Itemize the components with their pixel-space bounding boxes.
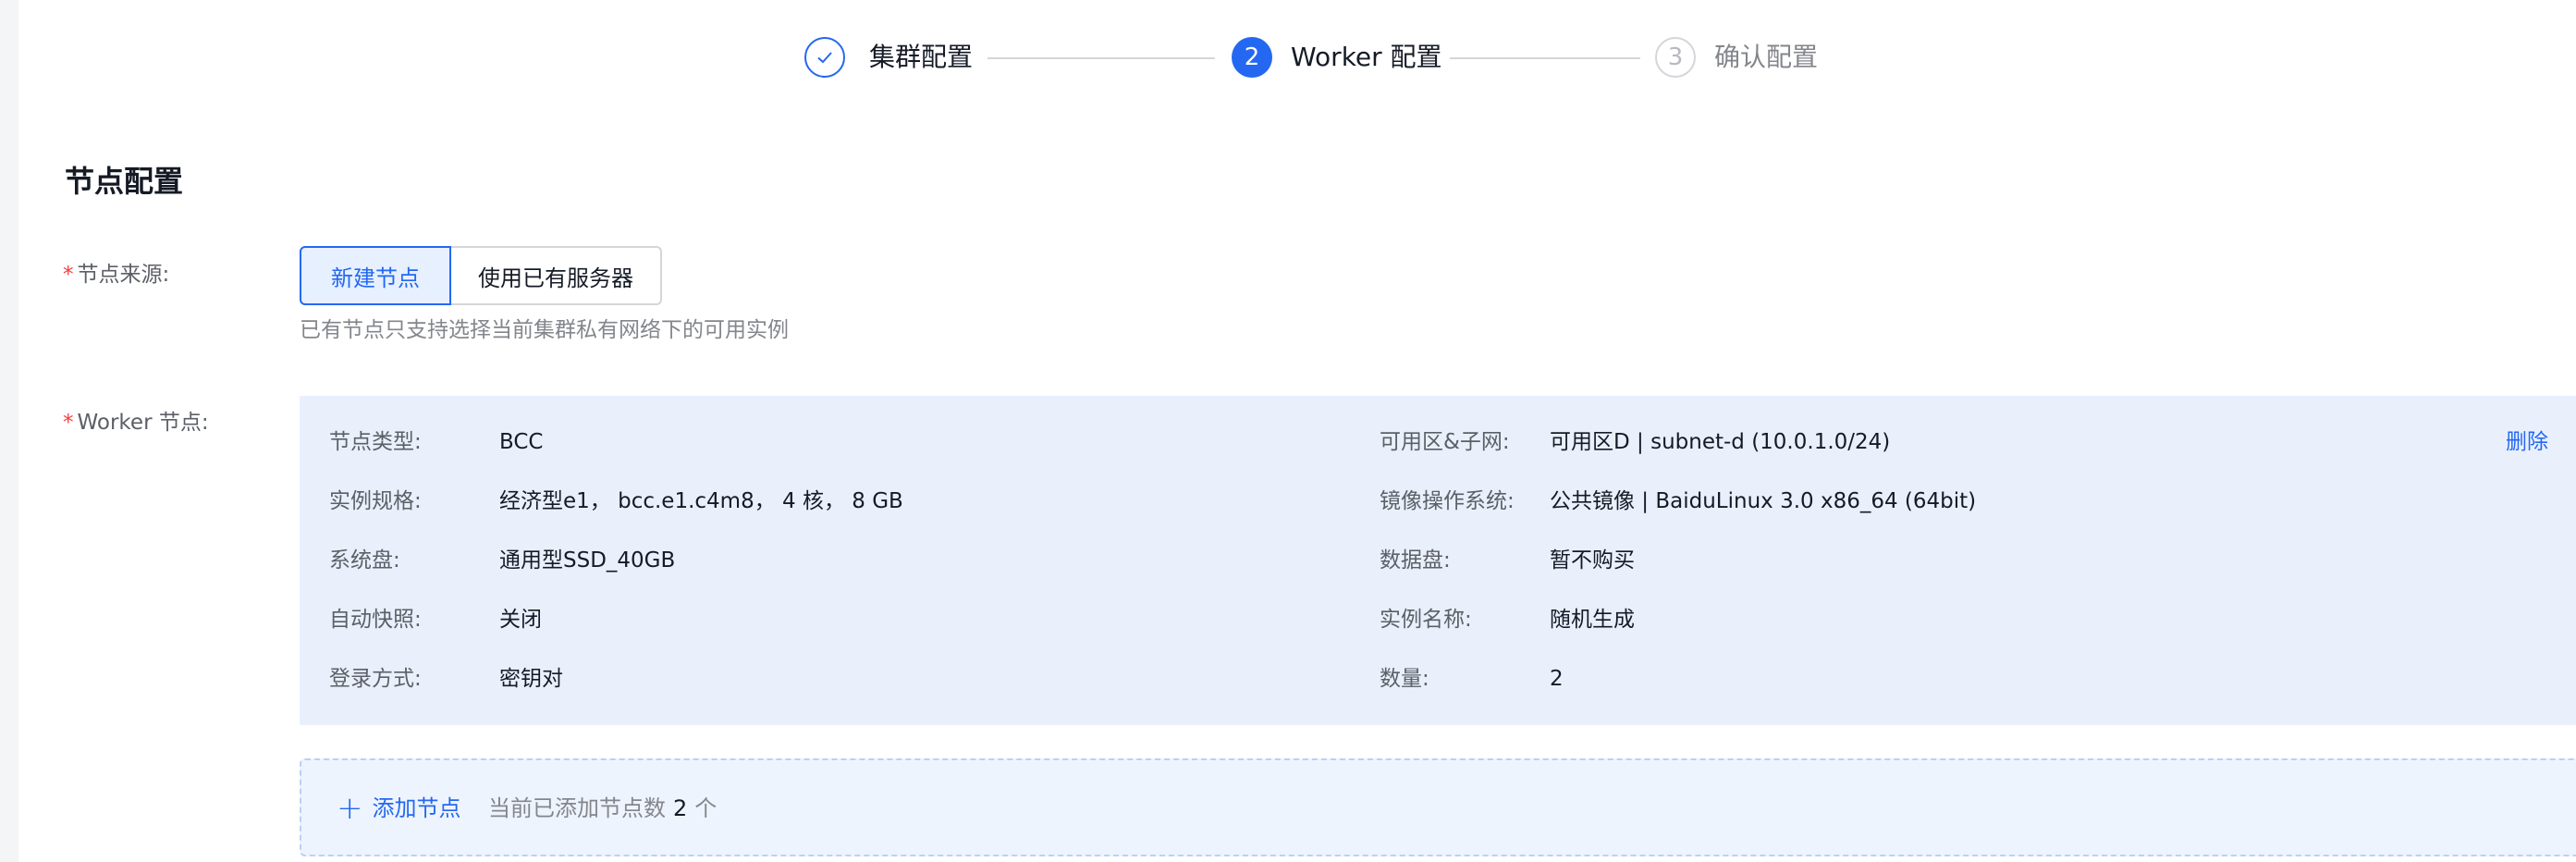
spec-key: 自动快照: [329,608,422,632]
worker-node-card: 节点类型: BCC 实例规格: 经济型e1， bcc.e1.c4m8， 4 核，… [300,396,2576,725]
spec-key: 系统盘: [329,548,400,573]
plus-icon: + [337,790,363,827]
spec-key: 登录方式: [329,667,422,691]
spec-value: 可用区D | subnet-d (10.0.1.0/24) [1550,430,1891,454]
spec-value: 2 [1550,667,1564,691]
node-source-radio-group: 新建节点 使用已有服务器 [300,246,662,305]
worker-node-label-text: Worker 节点: [77,411,209,435]
node-source-label: * 节点来源: [63,261,169,289]
worker-node-label: * Worker 节点: [63,409,209,437]
new-node-option[interactable]: 新建节点 [300,246,451,305]
check-icon [817,52,832,64]
spec-value: 经济型e1， bcc.e1.c4m8， 4 核， 8 GB [499,489,903,513]
add-node-button[interactable]: + 添加节点 [337,792,461,825]
step-connector [987,57,1215,59]
spec-value: 公共镜像 | BaiduLinux 3.0 x86_64 (64bit) [1550,489,1977,513]
section-title: 节点配置 [65,164,184,199]
spec-value: 密钥对 [499,667,563,691]
added-node-count: 2 [673,795,688,821]
existing-server-option[interactable]: 使用已有服务器 [451,246,662,305]
added-node-count-info: 当前已添加节点数 2 个 [488,792,717,825]
spec-value: 通用型SSD_40GB [499,548,676,573]
spec-key: 实例名称: [1380,608,1472,632]
spec-key: 实例规格: [329,489,422,513]
added-node-count-prefix: 当前已添加节点数 [488,795,666,821]
step-connector [1450,57,1640,59]
left-strip [0,0,18,862]
delete-node-link[interactable]: 删除 [2506,425,2548,459]
add-node-area: + 添加节点 当前已添加节点数 2 个 [300,758,2576,856]
step-2-circle: 2 [1232,37,1272,78]
spec-key: 数量: [1380,667,1429,691]
spec-value: 关闭 [499,608,542,632]
spec-key: 可用区&子网: [1380,430,1510,454]
step-1-label: 集群配置 [869,42,974,72]
added-node-count-unit: 个 [694,795,718,821]
spec-value: 暂不购买 [1550,548,1635,573]
step-1-circle [804,37,845,78]
add-node-label: 添加节点 [372,795,461,821]
step-3-circle: 3 [1655,37,1696,78]
spec-key: 镜像操作系统: [1380,489,1515,513]
node-source-hint: 已有节点只支持选择当前集群私有网络下的可用实例 [300,318,789,342]
step-3-label: 确认配置 [1714,42,1819,72]
spec-value: 随机生成 [1550,608,1635,632]
step-2-label: Worker 配置 [1291,42,1442,72]
required-mark: * [63,263,74,287]
spec-key: 节点类型: [329,430,422,454]
required-mark: * [63,411,74,435]
node-source-label-text: 节点来源: [77,263,170,287]
spec-key: 数据盘: [1380,548,1451,573]
spec-value: BCC [499,430,544,454]
